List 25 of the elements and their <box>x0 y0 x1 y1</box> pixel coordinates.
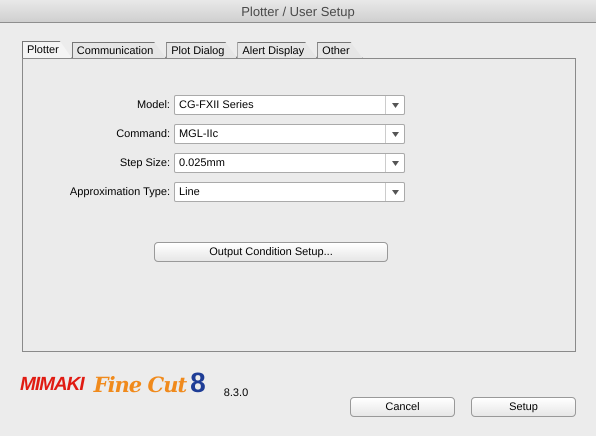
dropdown-arrow-icon <box>392 160 398 166</box>
product-number: 8 <box>190 366 206 400</box>
output-condition-setup-button[interactable]: Output Condition Setup... <box>154 242 388 262</box>
field-label: Approximation Type: <box>68 186 170 198</box>
tab[interactable]: Plot Dialog <box>166 42 238 58</box>
dropdown-arrow-icon <box>392 102 398 108</box>
tab[interactable]: Other <box>317 42 363 58</box>
brand-logo: MIMAKI <box>20 374 84 396</box>
window-title: Plotter / User Setup <box>0 0 596 23</box>
dropdown[interactable]: MGL-IIc <box>174 124 405 144</box>
dropdown-arrow-icon <box>392 190 398 194</box>
product-logo: Fine Cut <box>94 372 186 397</box>
dropdown[interactable]: Line <box>174 182 405 202</box>
dialog-button[interactable]: Setup <box>471 397 576 417</box>
dropdown[interactable]: CG-FXII Series <box>174 95 405 115</box>
field-label: Step Size: <box>118 157 170 169</box>
dropdown[interactable]: 0.025mm <box>174 153 405 173</box>
tab[interactable]: Alert Display <box>237 42 318 58</box>
dialog-button[interactable]: Cancel <box>350 397 455 417</box>
field-label: Model: <box>136 99 170 111</box>
field-label: Command: <box>115 128 170 140</box>
tab[interactable]: Communication <box>72 42 166 58</box>
version-label: 8.3.0 <box>224 387 248 399</box>
tab[interactable]: Plotter <box>22 41 72 58</box>
dropdown-arrow-icon <box>392 132 398 136</box>
